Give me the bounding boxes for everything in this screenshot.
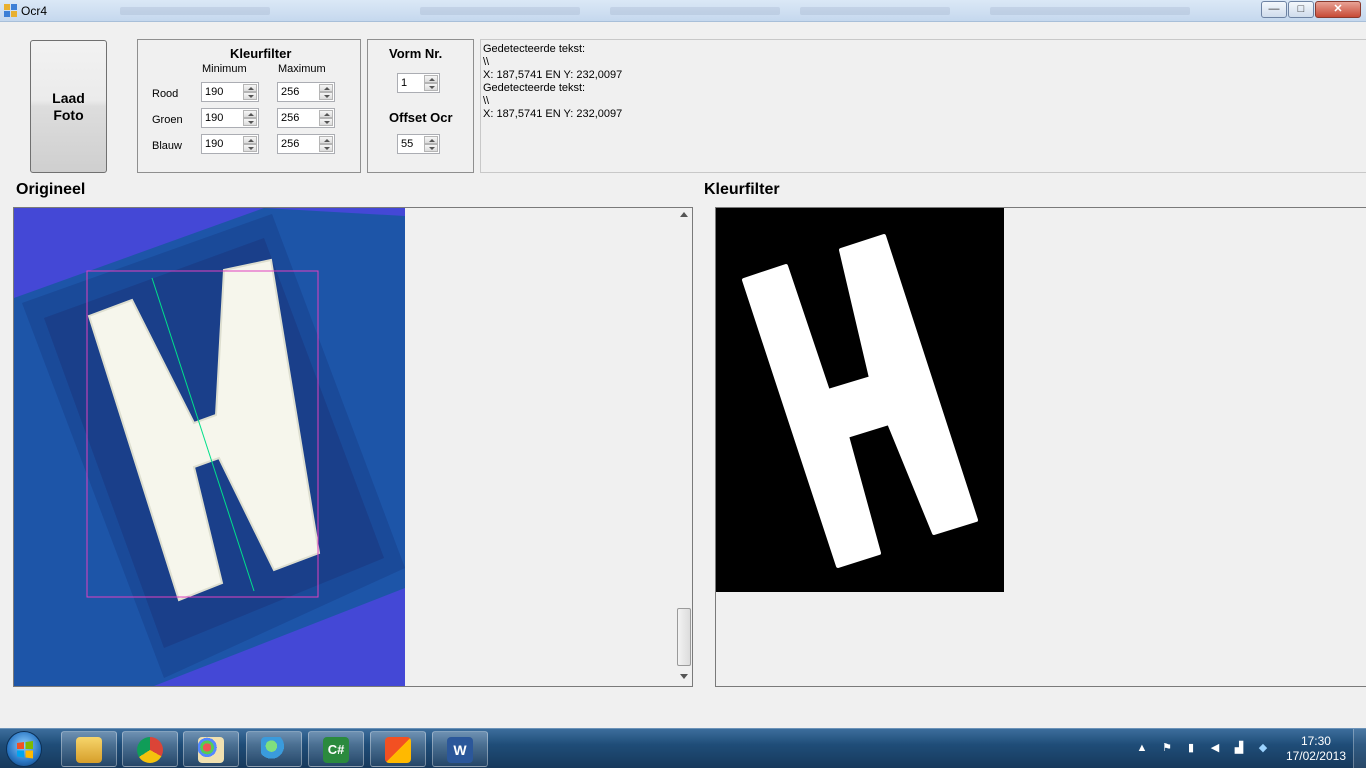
stepper-up-icon[interactable] [243,136,257,144]
green-min-value: 190 [205,112,224,124]
minimum-header: Minimum [202,63,247,75]
window-title: Ocr4 [21,4,48,18]
shape-number-stepper[interactable]: 1 [397,73,440,93]
background-window-title [990,7,1190,15]
original-scrollbar[interactable] [676,208,692,686]
green-min-stepper[interactable]: 190 [201,108,259,128]
stepper-down-icon[interactable] [319,92,333,100]
csharp-icon: C# [323,737,349,763]
stepper-down-icon[interactable] [319,118,333,126]
offset-ocr-stepper[interactable]: 55 [397,134,440,154]
word-icon: W [447,737,473,763]
maximum-header: Maximum [278,63,326,75]
color-filter-group: Kleurfilter Minimum Maximum Rood 190 256… [137,39,361,173]
messenger-icon [261,737,287,763]
dropbox-icon[interactable]: ◆ [1256,741,1270,755]
volume-icon[interactable]: ◀ [1208,741,1222,755]
shape-number-title: Vorm Nr. [389,46,443,61]
clock-time: 17:30 [1300,734,1331,748]
blue-max-value: 256 [281,138,300,150]
chrome-icon [137,737,163,763]
taskbar-chrome[interactable] [122,731,178,767]
scrollbar-thumb[interactable] [677,608,691,666]
windows-logo-icon [17,741,33,759]
original-image [14,208,405,686]
network-icon[interactable]: ▟ [1232,741,1246,755]
output-line: Gedetecteerde tekst: [483,43,586,55]
paint-icon [198,737,224,763]
background-window-title [420,7,580,15]
background-window-title [120,7,270,15]
shape-offset-group: Vorm Nr. 1 Offset Ocr 55 [367,39,474,173]
filtered-image [716,208,1004,592]
load-photo-button[interactable]: Laad Foto [30,40,107,173]
filtered-image-panel[interactable] [715,207,1366,687]
red-max-stepper[interactable]: 256 [277,82,335,102]
taskbar-explorer[interactable] [61,731,117,767]
taskbar-office[interactable] [370,731,426,767]
power-icon[interactable]: ▮ [1184,741,1198,755]
blue-min-value: 190 [205,138,224,150]
output-line: Gedetecteerde tekst: [483,82,586,94]
taskbar-word[interactable]: W [432,731,488,767]
shape-number-value: 1 [401,77,408,89]
green-max-value: 256 [281,112,300,124]
red-label: Rood [152,88,179,100]
taskbar-messenger[interactable] [246,731,302,767]
taskbar: C# W ▲ ⚑ ▮ ◀ ▟ ◆ 17:30 17/02/2013 [0,728,1366,768]
offset-ocr-value: 55 [401,138,414,150]
detected-text-output[interactable]: Gedetecteerde tekst: \\ X: 187,5741 EN Y… [480,39,1366,173]
color-filter-title: Kleurfilter [230,46,292,61]
maximize-button[interactable]: □ [1288,1,1314,18]
green-label: Groen [152,114,183,126]
original-label: Origineel [16,181,86,198]
original-image-panel[interactable] [13,207,693,687]
offset-ocr-title: Offset Ocr [389,110,453,125]
stepper-up-icon[interactable] [243,84,257,92]
stepper-up-icon[interactable] [319,110,333,118]
office-icon [385,737,411,763]
clock-date: 17/02/2013 [1285,749,1346,763]
stepper-down-icon[interactable] [319,144,333,152]
output-line: \\ [483,95,490,107]
output-line: X: 187,5741 EN Y: 232,0097 [483,69,623,81]
tray-expand-icon[interactable]: ▲ [1135,741,1149,755]
red-min-value: 190 [205,86,224,98]
background-window-title [610,7,780,15]
scroll-down-icon[interactable] [680,674,688,679]
blue-min-stepper[interactable]: 190 [201,134,259,154]
show-desktop-button[interactable] [1353,729,1366,768]
system-clock[interactable]: 17:30 17/02/2013 [1286,734,1346,764]
app-icon [4,4,17,17]
green-max-stepper[interactable]: 256 [277,108,335,128]
blue-max-stepper[interactable]: 256 [277,134,335,154]
stepper-down-icon[interactable] [424,144,438,152]
action-center-flag-icon[interactable]: ⚑ [1160,741,1174,755]
taskbar-visual-csharp[interactable]: C# [308,731,364,767]
output-line: \\ [483,56,490,68]
stepper-down-icon[interactable] [424,83,438,91]
stepper-up-icon[interactable] [424,136,438,144]
taskbar-paint[interactable] [183,731,239,767]
start-button[interactable] [6,731,42,767]
stepper-down-icon[interactable] [243,92,257,100]
stepper-up-icon[interactable] [424,75,438,83]
red-max-value: 256 [281,86,300,98]
title-bar: Ocr4 — □ ✕ [0,0,1366,22]
red-min-stepper[interactable]: 190 [201,82,259,102]
stepper-down-icon[interactable] [243,144,257,152]
close-button[interactable]: ✕ [1315,1,1361,18]
explorer-icon [76,737,102,763]
minimize-button[interactable]: — [1261,1,1287,18]
stepper-down-icon[interactable] [243,118,257,126]
background-window-title [800,7,950,15]
output-line: X: 187,5741 EN Y: 232,0097 [483,108,623,120]
filtered-label: Kleurfilter [704,181,780,198]
stepper-up-icon[interactable] [243,110,257,118]
stepper-up-icon[interactable] [319,84,333,92]
scroll-up-icon[interactable] [680,212,688,217]
blue-label: Blauw [152,140,182,152]
stepper-up-icon[interactable] [319,136,333,144]
